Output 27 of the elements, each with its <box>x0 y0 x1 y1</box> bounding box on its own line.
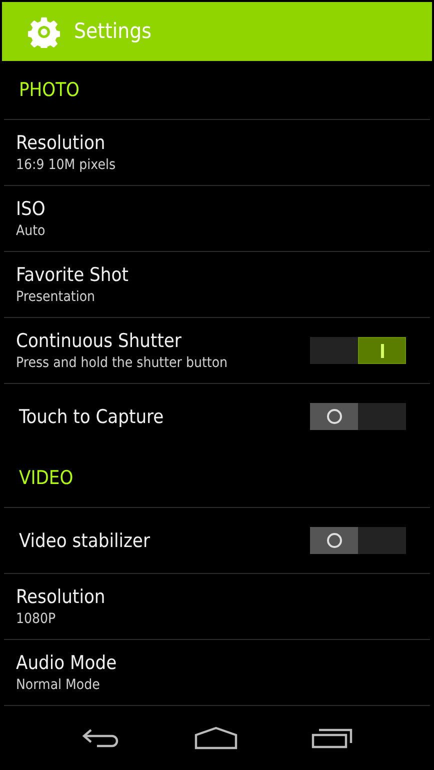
section-header: VIDEO <box>19 466 74 491</box>
setting-title: Continuous Shutter <box>16 328 182 353</box>
setting-title: Touch to Capture <box>18 404 165 429</box>
setting-value: 1080P <box>16 610 57 629</box>
off-icon <box>326 533 342 548</box>
setting-title: Resolution <box>16 130 106 155</box>
setting-value: Press and hold the shutter button <box>16 354 229 373</box>
setting-value: Auto <box>16 222 46 241</box>
back-icon[interactable] <box>80 727 121 750</box>
setting-title: Favorite Shot <box>16 262 130 287</box>
setting-value: 16:9 10M pixels <box>16 156 117 175</box>
window-title: Settings <box>74 18 152 45</box>
section-header: PHOTO <box>19 78 80 103</box>
toggle-switch[interactable] <box>310 527 406 554</box>
toggle-switch[interactable] <box>310 337 406 364</box>
off-icon <box>326 409 342 424</box>
on-icon <box>380 344 384 358</box>
setting-value: Normal Mode <box>16 676 101 695</box>
home-icon[interactable] <box>194 726 238 750</box>
setting-value: Presentation <box>16 288 96 307</box>
settings-icon <box>28 16 60 48</box>
setting-title: Video stabilizer <box>18 528 151 553</box>
toggle-switch[interactable] <box>310 403 406 430</box>
setting-title: ISO <box>16 196 46 221</box>
setting-title: Audio Mode <box>16 650 118 675</box>
setting-title: Resolution <box>16 584 106 609</box>
recent-apps-icon[interactable] <box>311 727 354 750</box>
